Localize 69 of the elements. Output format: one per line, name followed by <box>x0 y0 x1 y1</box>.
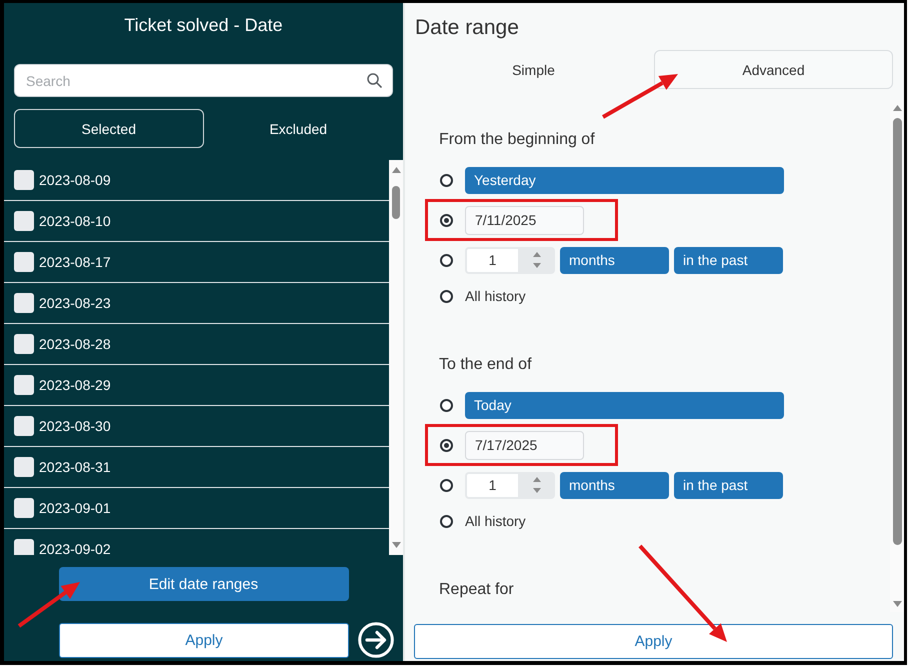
date-label[interactable]: 2023-08-23 <box>39 294 111 312</box>
checkbox[interactable] <box>14 211 34 231</box>
scroll-up-icon[interactable] <box>392 167 400 173</box>
scrollbar[interactable] <box>389 160 403 555</box>
section-heading: To the end of <box>438 355 533 375</box>
checkbox[interactable] <box>14 539 34 555</box>
mode-toggle[interactable]: Excluded <box>204 109 393 148</box>
panel-title: Ticket solved - Date <box>123 14 284 36</box>
edit-date-ranges-button[interactable]: Edit date ranges <box>58 567 348 601</box>
checkbox[interactable] <box>14 293 34 313</box>
checkbox[interactable] <box>14 375 34 395</box>
option-label: All history <box>465 287 526 305</box>
date-label[interactable]: 2023-08-10 <box>39 212 111 230</box>
apply-button[interactable]: Apply <box>59 622 349 658</box>
scroll-down-icon[interactable] <box>892 601 902 607</box>
checkbox[interactable] <box>14 498 34 518</box>
annotation-arrow <box>17 580 82 628</box>
checkbox[interactable] <box>14 416 34 436</box>
checkbox[interactable] <box>14 252 34 272</box>
caret-down-icon[interactable] <box>532 488 540 493</box>
checkbox[interactable] <box>14 170 34 190</box>
number-field[interactable]: 1 <box>465 246 518 274</box>
unit-button[interactable]: months <box>560 472 669 498</box>
spin-buttons[interactable] <box>518 246 555 274</box>
radio-button[interactable] <box>440 254 453 266</box>
radio-button[interactable] <box>440 398 453 412</box>
scrollbar-thumb[interactable] <box>892 118 902 545</box>
radio-button[interactable] <box>440 290 453 302</box>
date-label[interactable]: 2023-08-17 <box>39 253 111 271</box>
date-label[interactable]: 2023-08-09 <box>39 171 111 189</box>
caret-up-icon[interactable] <box>532 252 540 257</box>
tab[interactable]: Simple <box>414 50 653 89</box>
caret-down-icon[interactable] <box>532 263 540 268</box>
date-label[interactable]: 2023-08-29 <box>39 376 111 394</box>
tab[interactable]: Advanced <box>654 50 893 89</box>
search-icon[interactable] <box>367 73 382 88</box>
mode-toggle[interactable]: Selected <box>14 109 204 148</box>
scrollbar-thumb[interactable] <box>392 186 400 219</box>
radio-button[interactable] <box>440 214 453 226</box>
scroll-down-icon[interactable] <box>392 542 400 548</box>
number-field[interactable]: 1 <box>465 472 518 498</box>
radio-button[interactable] <box>440 478 453 492</box>
direction-button[interactable]: in the past <box>674 472 783 498</box>
preset-button[interactable]: Today <box>465 392 784 418</box>
spin-buttons[interactable] <box>518 472 555 498</box>
preset-button[interactable]: Yesterday <box>465 166 784 194</box>
search-field[interactable]: Search <box>14 64 393 97</box>
date-label[interactable]: 2023-08-30 <box>39 417 111 435</box>
panel-title: Date range <box>415 15 520 41</box>
radio-button[interactable] <box>440 174 453 186</box>
unit-button[interactable]: months <box>560 246 669 274</box>
direction-button[interactable]: in the past <box>674 246 783 274</box>
section-heading: Repeat for <box>438 580 515 600</box>
date-label[interactable]: 2023-09-02 <box>39 540 111 555</box>
date-label[interactable]: 2023-09-01 <box>39 499 111 517</box>
option-label: All history <box>465 512 526 530</box>
section-heading: From the beginning of <box>438 130 596 150</box>
date-label[interactable]: 2023-08-28 <box>39 335 111 353</box>
date-label[interactable]: 2023-08-31 <box>39 458 111 476</box>
apply-button[interactable]: Apply <box>414 624 893 659</box>
checkbox[interactable] <box>14 457 34 477</box>
scroll-up-icon[interactable] <box>892 105 902 111</box>
arrow-circle-icon[interactable] <box>358 622 394 658</box>
caret-up-icon[interactable] <box>532 477 540 482</box>
date-field[interactable]: 7/11/2025 <box>465 206 584 234</box>
radio-button[interactable] <box>440 438 453 452</box>
date-field[interactable]: 7/17/2025 <box>465 430 584 460</box>
radio-button[interactable] <box>440 514 453 528</box>
checkbox[interactable] <box>14 334 34 354</box>
